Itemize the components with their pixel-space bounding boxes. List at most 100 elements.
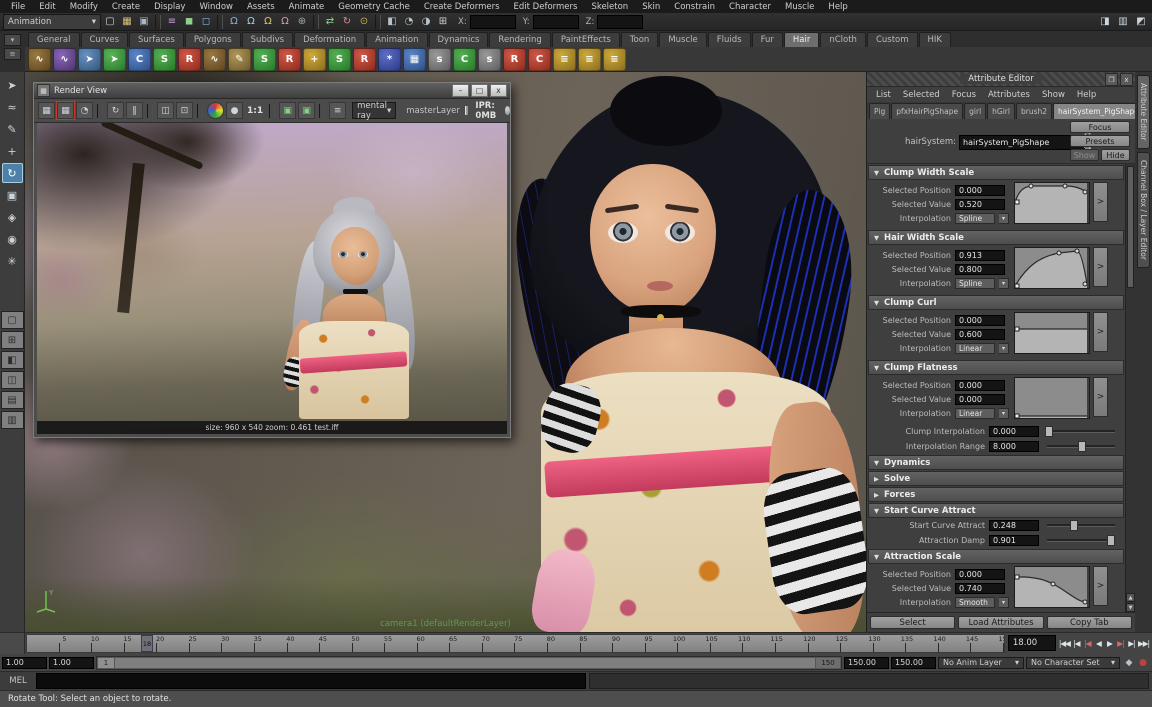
shelf-tab-fur[interactable]: Fur	[752, 32, 783, 47]
expand-ramp-icon[interactable]: >	[1093, 312, 1108, 352]
step-back-key-button[interactable]: |◀	[1082, 636, 1093, 651]
shelf-add-follicle-icon[interactable]: +	[303, 48, 326, 71]
menu-geometry-cache[interactable]: Geometry Cache	[331, 2, 417, 12]
section-header-clump-width-scale[interactable]: ▼Clump Width Scale	[868, 165, 1124, 180]
shelf-tab-ncloth[interactable]: nCloth	[820, 32, 866, 47]
maximize-window-icon[interactable]: □	[471, 84, 488, 97]
shelf-play-brush-icon[interactable]: ➤	[103, 48, 126, 71]
keep-image-icon[interactable]: ▣	[279, 102, 296, 119]
ae-tab-pfxhairpigshape[interactable]: pfxHairPigShape	[891, 103, 963, 119]
menu-character[interactable]: Character	[722, 2, 778, 12]
slider-handle[interactable]	[1070, 520, 1078, 531]
selected-position-field[interactable]: 0.000	[955, 569, 1005, 580]
ae-tab-pig[interactable]: Pig	[869, 103, 890, 119]
clump-interpolation-field[interactable]: 0.000	[989, 426, 1039, 437]
ramp-curve-widget[interactable]	[1014, 566, 1090, 608]
z-input[interactable]	[597, 15, 643, 29]
x-input[interactable]	[470, 15, 516, 29]
render-icon[interactable]: ▦	[38, 102, 55, 119]
interpolation-selector[interactable]: Spline	[955, 278, 995, 289]
ramp-curve-widget[interactable]	[1014, 182, 1090, 224]
step-forward-frame-button[interactable]: ▶|	[1126, 636, 1137, 651]
time-ruler[interactable]: 5101520253035404550556065707580859095100…	[26, 634, 1005, 653]
section-header-forces[interactable]: ▶Forces	[868, 487, 1124, 502]
interpolation-range-slider[interactable]	[1047, 445, 1115, 448]
section-header-clump-curl[interactable]: ▼Clump Curl	[868, 295, 1124, 310]
shelf-particle-icon[interactable]: *	[378, 48, 401, 71]
ae-tab-hgirl[interactable]: hGirl	[987, 103, 1015, 119]
side-tab-attribute-editor[interactable]: Attribute Editor	[1137, 75, 1150, 149]
output-connections-icon[interactable]: ↻	[339, 14, 355, 30]
play-backwards-button[interactable]: ◀	[1093, 636, 1104, 651]
shelf-hair-tube-icon[interactable]: ∿	[203, 48, 226, 71]
shelf-attach-curve-icon[interactable]: ➤	[78, 48, 101, 71]
shelf-curve-constraint-icon[interactable]: C	[453, 48, 476, 71]
ae-menu-list[interactable]: List	[871, 90, 896, 100]
expand-ramp-icon[interactable]: >	[1093, 377, 1108, 417]
attraction-damp-slider[interactable]	[1047, 539, 1115, 542]
snap-to-view-planes-icon[interactable]: Ω	[277, 14, 293, 30]
ramp-curve-widget[interactable]	[1014, 312, 1090, 354]
menu-skin[interactable]: Skin	[635, 2, 667, 12]
soft-modification-tool-icon[interactable]: ◉	[2, 229, 23, 249]
refresh-ipr-icon[interactable]: ↻	[107, 102, 124, 119]
shelf-set-rest-icon[interactable]: R	[178, 48, 201, 71]
character-set-selector[interactable]: No Character Set ▾	[1026, 657, 1120, 669]
last-tool-icon[interactable]	[2, 273, 23, 293]
snapshot-icon[interactable]: ◫	[157, 102, 174, 119]
layout-four-pane-icon[interactable]: ⊞	[1, 331, 24, 349]
render-current-frame-icon[interactable]: ◧	[384, 14, 400, 30]
shelf-rest-position-icon[interactable]: R	[353, 48, 376, 71]
paint-selection-tool-icon[interactable]: ✎	[2, 119, 23, 139]
step-forward-key-button[interactable]: ▶|	[1115, 636, 1126, 651]
renderer-selector[interactable]: mental ray ▾	[352, 102, 396, 119]
shelf-tab-animation[interactable]: Animation	[366, 32, 427, 47]
absolute-transform-icon[interactable]: ⊞	[435, 14, 451, 30]
shelf-menu-icon[interactable]: ≡	[4, 48, 21, 60]
snap-to-curves-icon[interactable]: Ω	[243, 14, 259, 30]
select-tool-icon[interactable]: ➤	[2, 75, 23, 95]
shelf-start-curves-icon[interactable]: S	[253, 48, 276, 71]
render-view-titlebar[interactable]: ▦ Render View – □ x	[34, 83, 510, 99]
attribute-editor-toggle-icon[interactable]: ◨	[1097, 14, 1113, 30]
range-start-handle[interactable]: 1	[98, 658, 115, 668]
shelf-tab-hik[interactable]: HIK	[919, 32, 951, 47]
move-tool-icon[interactable]: +	[2, 141, 23, 161]
focus-button[interactable]: Focus	[1070, 121, 1130, 133]
node-name-field[interactable]: hairSystem_PigShape	[959, 135, 1085, 150]
clump-interpolation-slider[interactable]	[1047, 430, 1115, 433]
scale-tool-icon[interactable]: ▣	[2, 185, 23, 205]
construction-history-icon[interactable]: ⊙	[356, 14, 372, 30]
open-render-settings-icon[interactable]: ≡	[329, 102, 346, 119]
selected-value-field[interactable]: 0.800	[955, 264, 1005, 275]
ramp-curve-widget[interactable]	[1014, 247, 1090, 289]
attraction-damp-field[interactable]: 0.901	[989, 535, 1039, 546]
y-input[interactable]	[533, 15, 579, 29]
ae-tab-girl[interactable]: girl	[964, 103, 986, 119]
menu-set-selector[interactable]: Animation ▾	[3, 14, 101, 30]
selected-value-field[interactable]: 0.600	[955, 329, 1005, 340]
universal-manipulator-tool-icon[interactable]: ◈	[2, 207, 23, 227]
pause-ipr-region-icon[interactable]: ‖	[126, 102, 143, 119]
anim-layer-selector[interactable]: No Anim Layer ▾	[938, 657, 1024, 669]
lasso-tool-icon[interactable]: ≈	[2, 97, 23, 117]
range-slider-bar[interactable]	[98, 658, 840, 668]
shelf-tab-surfaces[interactable]: Surfaces	[129, 32, 184, 47]
menu-muscle[interactable]: Muscle	[778, 2, 821, 12]
scroll-up-icon[interactable]: ▲	[1126, 593, 1135, 602]
minimize-window-icon[interactable]: –	[452, 84, 469, 97]
selected-position-field[interactable]: 0.000	[955, 185, 1005, 196]
tool-settings-toggle-icon[interactable]: ▥	[1115, 14, 1131, 30]
select-by-component-icon[interactable]: ◻	[198, 14, 214, 30]
interpolation-selector[interactable]: Linear	[955, 408, 995, 419]
menu-window[interactable]: Window	[192, 2, 240, 12]
current-frame-marker[interactable]: 18	[141, 635, 153, 652]
mel-label[interactable]: MEL	[0, 676, 36, 686]
go-to-end-button[interactable]: ▶▶|	[1137, 636, 1150, 651]
load-attributes-button[interactable]: Load Attributes	[958, 616, 1043, 629]
shelf-tab-switch-icon[interactable]: ▾	[4, 34, 21, 46]
scroll-down-icon[interactable]: ▼	[1126, 603, 1135, 612]
menu-animate[interactable]: Animate	[282, 2, 332, 12]
section-header-dynamics[interactable]: ▼Dynamics	[868, 455, 1124, 470]
shelf-tab-muscle[interactable]: Muscle	[659, 32, 706, 47]
